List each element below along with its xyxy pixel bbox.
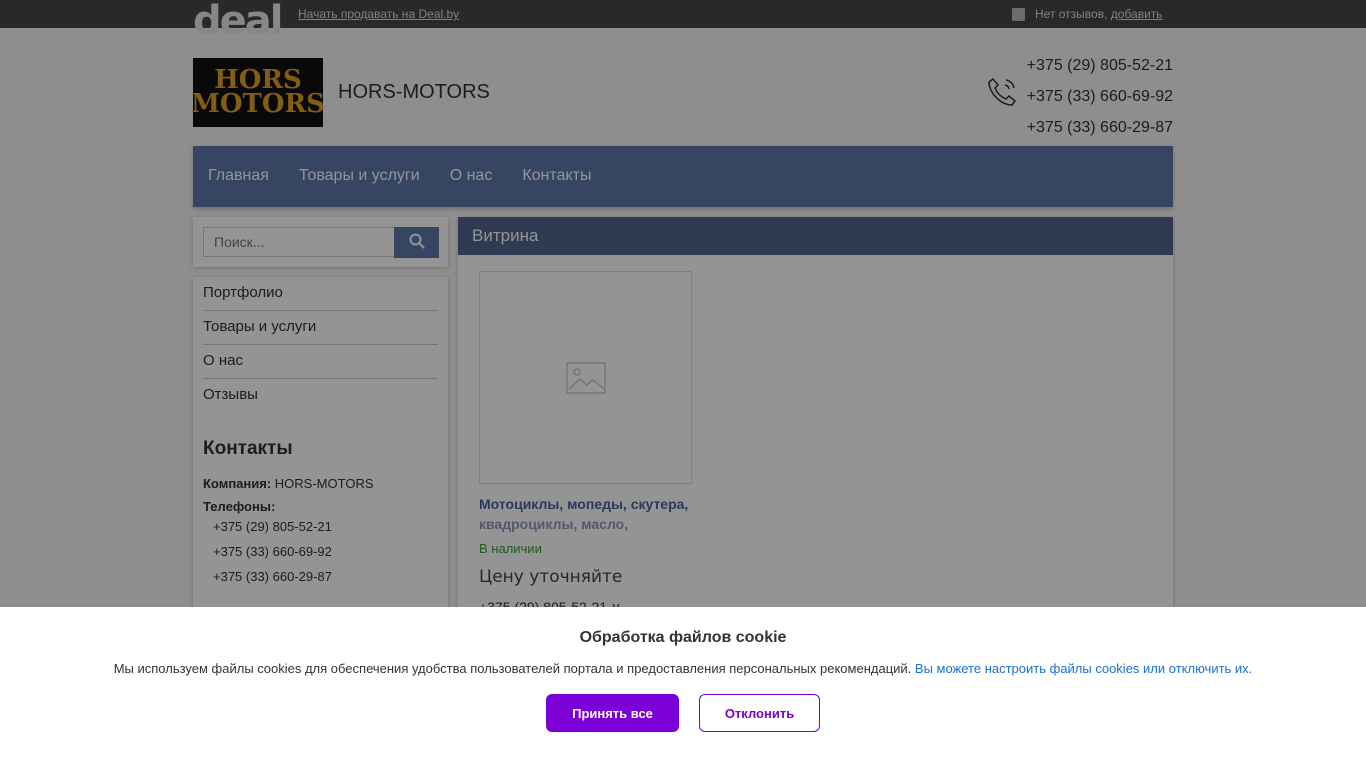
cookie-banner: Обработка файлов cookie Мы используем фа… [0, 607, 1366, 768]
cookie-title: Обработка файлов cookie [579, 629, 787, 646]
decline-button[interactable]: Отклонить [699, 694, 820, 732]
cookie-text: Мы используем файлы cookies для обеспече… [113, 661, 912, 676]
cookie-settings-link[interactable]: Вы можете настроить файлы cookies или от… [915, 661, 1252, 676]
accept-all-button[interactable]: Принять все [546, 694, 679, 732]
